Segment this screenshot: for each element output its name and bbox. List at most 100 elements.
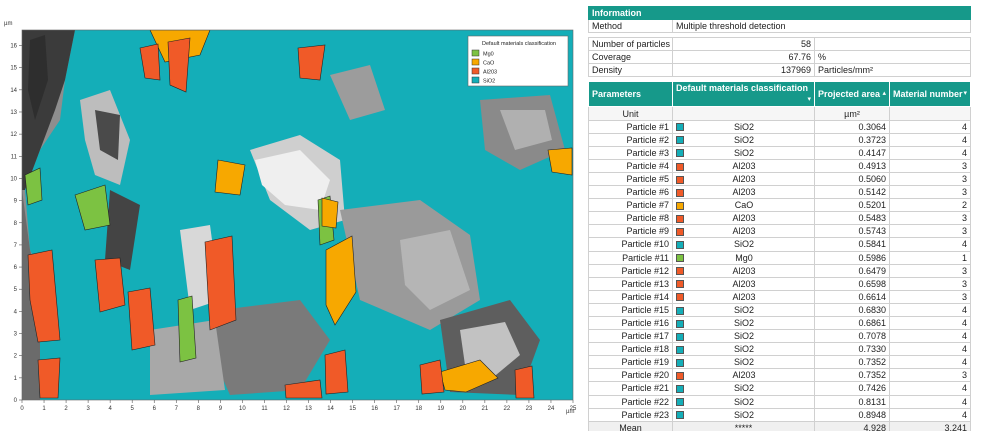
particle-area: 0.4147	[814, 145, 890, 160]
information-title: Information	[588, 5, 971, 21]
particle-material-number: 4	[889, 394, 971, 409]
material-color-swatch	[676, 319, 684, 328]
particle-area: 0.5060	[814, 171, 890, 187]
particle-material-cell: SiO2	[672, 302, 815, 317]
particle-area: 0.5201	[814, 198, 890, 213]
particle-material-cell: Al203	[672, 185, 815, 200]
legend-swatch	[471, 49, 480, 57]
particle-area: 0.6830	[814, 302, 890, 317]
x-tick-label: 18	[415, 406, 422, 412]
legend-swatch	[471, 67, 480, 75]
stat-value: 67.76	[672, 50, 815, 65]
particle-material-cell: CaO	[672, 198, 815, 213]
table-row[interactable]: Particle #14 Al203 0.6614 3	[588, 289, 971, 304]
table-row[interactable]: Particle #21 SiO2 0.7426 4	[588, 381, 971, 396]
material-color-swatch	[676, 293, 684, 302]
column-projected-area[interactable]: Projected area ▴	[814, 81, 890, 108]
table-row[interactable]: Particle #1 SiO2 0.3064 4	[588, 119, 971, 134]
particle-name: Particle #15	[588, 302, 673, 317]
table-row[interactable]: Particle #15 SiO2 0.6830 4	[588, 302, 971, 317]
table-row[interactable]: Particle #11 Mg0 0.5986 1	[588, 250, 971, 265]
material-color-swatch	[676, 201, 684, 210]
particle-material-number: 4	[889, 315, 971, 331]
stat-value: 58	[672, 37, 815, 52]
x-tick-label: 2	[64, 406, 68, 412]
y-tick-label: 1	[14, 376, 18, 382]
x-tick-label: 17	[393, 406, 400, 412]
stat-unit: Particles/mm²	[814, 63, 971, 78]
particle-material: Al203	[732, 291, 756, 302]
legend-label: Al203	[483, 70, 497, 76]
particle-material-number: 4	[889, 407, 971, 422]
table-row[interactable]: Particle #12 Al203 0.6479 3	[588, 263, 971, 278]
particle-material: SiO2	[733, 134, 754, 145]
table-row[interactable]: Particle #18 SiO2 0.7330 4	[588, 342, 971, 357]
particle-area: 0.6614	[814, 289, 890, 304]
table-row[interactable]: Particle #13 Al203 0.6598 3	[588, 276, 971, 291]
stat-label: Number of particles	[588, 37, 673, 52]
image-viewer[interactable]: µm µm 0 1 2 3 4 5 6 7 8 9 10 11 12 13 14 15 16 17 18 19 20 21…	[0, 0, 580, 431]
material-color-swatch	[676, 214, 684, 223]
particle-material: SiO2	[733, 409, 754, 420]
particle-area: 0.6861	[814, 315, 890, 331]
table-row[interactable]: Particle #10 SiO2 0.5841 4	[588, 237, 971, 252]
particle-material: SiO2	[733, 331, 754, 342]
particle-material-cell: SiO2	[672, 237, 815, 252]
material-color-swatch	[676, 411, 684, 420]
table-row[interactable]: Particle #9 Al203 0.5743 3	[588, 224, 971, 239]
x-tick-label: 3	[86, 406, 90, 412]
material-color-swatch	[676, 345, 684, 354]
particle-name: Particle #7	[588, 198, 673, 213]
column-classification[interactable]: Default materials classification ▾	[672, 81, 815, 108]
particle-material-number: 3	[889, 185, 971, 200]
legend-label: SiO2	[483, 79, 495, 85]
particle-material: SiO2	[733, 304, 754, 315]
x-tick-label: 14	[327, 406, 334, 412]
y-unit-label: µm	[4, 21, 12, 27]
table-row[interactable]: Particle #7 CaO 0.5201 2	[588, 198, 971, 213]
y-tick-label: 6	[14, 265, 18, 271]
sort-down-icon[interactable]: ▾	[807, 94, 811, 106]
table-row[interactable]: Particle #3 SiO2 0.4147 4	[588, 145, 971, 160]
sort-down-icon[interactable]: ▾	[963, 88, 967, 100]
table-row[interactable]: Particle #17 SiO2 0.7078 4	[588, 329, 971, 344]
area-unit: µm²	[814, 106, 890, 121]
y-tick-label: 2	[14, 354, 18, 360]
table-row[interactable]: Particle #20 Al203 0.7352 3	[588, 368, 971, 383]
x-tick-label: 21	[481, 406, 488, 412]
particles-table[interactable]: Parameters Default materials classificat…	[588, 81, 971, 431]
particle-name: Particle #13	[588, 276, 673, 291]
table-row[interactable]: Particle #8 Al203 0.5483 3	[588, 211, 971, 226]
particle-area: 0.5986	[814, 250, 890, 265]
material-color-swatch	[676, 280, 684, 289]
particle-material-cell: Al203	[672, 158, 815, 173]
micrograph-plot[interactable]: µm µm 0 1 2 3 4 5 6 7 8 9 10 11 12 13 14 15 16 17 18 19 20 21…	[0, 0, 580, 431]
particle-area: 0.7078	[814, 329, 890, 344]
particle-material: SiO2	[733, 396, 754, 407]
particle-material-number: 4	[889, 329, 971, 344]
sort-up-icon[interactable]: ▴	[882, 88, 886, 100]
table-row[interactable]: Particle #22 SiO2 0.8131 4	[588, 394, 971, 409]
materials-legend[interactable]: Default materials classification Mg0 CaO A…	[467, 35, 569, 87]
legend-title: Default materials classification	[482, 41, 556, 47]
table-row[interactable]: Particle #23 SiO2 0.8948 4	[588, 407, 971, 422]
particle-material-number: 3	[889, 263, 971, 278]
particle-material-cell: SiO2	[672, 315, 815, 331]
column-parameters[interactable]: Parameters	[588, 81, 673, 108]
particle-material-number: 4	[889, 381, 971, 396]
summary-stats-table: Number of particles 58 Coverage 67.76% Densi…	[588, 37, 971, 78]
particle-name: Particle #2	[588, 132, 673, 147]
particle-material: Al203	[732, 370, 756, 381]
particle-material-cell: SiO2	[672, 145, 815, 160]
table-row[interactable]: Particle #19 SiO2 0.7352 4	[588, 355, 971, 370]
table-row[interactable]: Particle #5 Al203 0.5060 3	[588, 171, 971, 187]
column-material-number[interactable]: Material number ▾	[889, 81, 971, 108]
x-tick-label: 9	[219, 406, 223, 412]
table-row[interactable]: Particle #4 Al203 0.4913 3	[588, 158, 971, 173]
table-row[interactable]: Particle #6 Al203 0.5142 3	[588, 185, 971, 200]
particle-name: Particle #1	[588, 119, 673, 134]
particle-material: Al203	[732, 187, 756, 198]
x-tick-label: 11	[261, 406, 268, 412]
table-row[interactable]: Particle #16 SiO2 0.6861 4	[588, 315, 971, 331]
table-row[interactable]: Particle #2 SiO2 0.3723 4	[588, 132, 971, 147]
